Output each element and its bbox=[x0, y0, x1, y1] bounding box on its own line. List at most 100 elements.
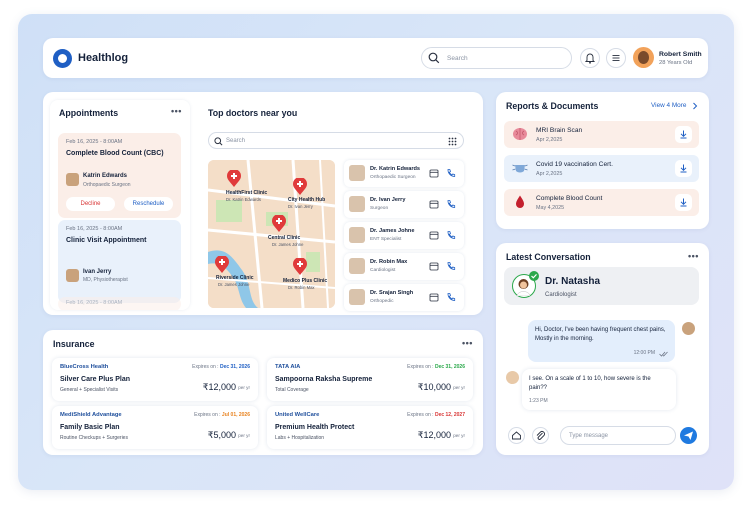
map-pin-icon[interactable] bbox=[215, 256, 229, 274]
send-button[interactable] bbox=[680, 427, 697, 444]
insurance-plan-card[interactable]: TATA AIA Expires on : Dec 31, 2026 Sampo… bbox=[267, 358, 473, 401]
doctor-search-input[interactable]: Search bbox=[208, 132, 464, 149]
insurance-price: ₹12,000 bbox=[417, 430, 451, 440]
map-pin-doctor: Dr. James Johne bbox=[272, 242, 304, 247]
appointments-more-icon[interactable]: ••• bbox=[171, 106, 182, 116]
phone-icon[interactable] bbox=[446, 199, 456, 209]
report-date: May 4,2025 bbox=[536, 205, 565, 211]
reports-card: Reports & Documents View 4 More MRI Brai… bbox=[496, 92, 709, 229]
calendar-icon[interactable] bbox=[429, 261, 439, 271]
chat-message-incoming: I see. On a scale of 1 to 10, how severe… bbox=[522, 369, 676, 410]
user-age: 28 Years Old bbox=[659, 60, 693, 66]
doctor-specialty: Cardiologist bbox=[370, 268, 396, 273]
insurance-plan-name: Family Basic Plan bbox=[60, 424, 120, 431]
calendar-icon[interactable] bbox=[429, 230, 439, 240]
doctor-list-item[interactable]: Dr. Katrin Edwards Orthopaedic Surgeon bbox=[344, 160, 464, 187]
doctor-specialty: Surgeon bbox=[370, 206, 389, 211]
message-time: 12:00 PM bbox=[633, 350, 655, 356]
global-search-input[interactable]: Search bbox=[421, 47, 572, 69]
download-button[interactable] bbox=[675, 160, 692, 177]
doctor-list-item[interactable]: Dr. Robin Max Cardiologist bbox=[344, 253, 464, 280]
reschedule-button[interactable]: Reschedule bbox=[124, 197, 173, 211]
calendar-icon[interactable] bbox=[429, 199, 439, 209]
brain-icon bbox=[513, 128, 527, 140]
conversation-more-icon[interactable]: ••• bbox=[688, 251, 699, 261]
appointment-title: Complete Blood Count (CBC) bbox=[66, 150, 164, 157]
message-text: Hi, Doctor, I've been having frequent ch… bbox=[535, 327, 666, 342]
appointment-card[interactable]: Feb 16, 2025 - 8:00AM Clinic Visit Appoi… bbox=[58, 220, 181, 303]
insurance-plan-card[interactable]: United WellCare Expires on : Dec 12, 202… bbox=[267, 406, 473, 449]
appointment-specialty: MD, Physiotherapist bbox=[83, 277, 128, 283]
insurance-more-icon[interactable]: ••• bbox=[462, 338, 473, 348]
doctor-list-item[interactable]: Dr. Srajan Singh Orthopedic bbox=[344, 284, 464, 311]
phone-icon[interactable] bbox=[446, 261, 456, 271]
doctor-avatar bbox=[66, 173, 79, 186]
report-date: Apr 2,2025 bbox=[536, 137, 563, 143]
appointments-panel: Appointments ••• Feb 16, 2025 - 8:00AM C… bbox=[50, 100, 190, 310]
doctor-name: Dr. James Johne bbox=[370, 228, 415, 234]
user-avatar[interactable] bbox=[633, 47, 654, 68]
doctor-avatar bbox=[349, 196, 365, 212]
user-name: Robert Smith bbox=[659, 51, 702, 58]
insurance-price-unit: per yr bbox=[238, 433, 250, 438]
grid-filter-icon[interactable] bbox=[448, 137, 457, 146]
view-more-link[interactable]: View 4 More bbox=[651, 102, 686, 109]
doctor-name: Dr. Katrin Edwards bbox=[370, 166, 421, 172]
map-pin-label: Medico Plus Clinic bbox=[283, 278, 328, 284]
doctor-avatar bbox=[349, 289, 365, 305]
download-button[interactable] bbox=[675, 194, 692, 211]
clinics-map[interactable]: HealthFirst Clinic Dr. Katrin Edwards Ci… bbox=[208, 160, 335, 308]
map-pin-icon[interactable] bbox=[293, 178, 307, 196]
insurance-coverage: Total Coverage bbox=[275, 387, 309, 393]
report-item[interactable]: MRI Brain Scan Apr 2,2025 bbox=[504, 121, 699, 148]
insurance-brand: TATA AIA bbox=[275, 364, 301, 370]
phone-icon[interactable] bbox=[446, 230, 456, 240]
bell-icon bbox=[584, 53, 596, 64]
chevron-right-icon[interactable] bbox=[692, 102, 698, 110]
notifications-button[interactable] bbox=[580, 48, 600, 68]
map-pin-doctor: Dr. Ivan Jerry bbox=[288, 204, 313, 209]
send-icon bbox=[684, 431, 693, 440]
insurance-price-unit: per yr bbox=[238, 385, 250, 390]
insurance-plan-card[interactable]: BlueCross Health Expires on : Dec 31, 20… bbox=[52, 358, 258, 401]
appointment-date: Feb 16, 2025 - 8:00AM bbox=[66, 300, 123, 306]
insurance-coverage: Routine Checkups + Surgeries bbox=[60, 435, 128, 441]
blood-drop-icon bbox=[516, 195, 524, 208]
phone-icon[interactable] bbox=[446, 168, 456, 178]
doctor-specialty: Orthopedic bbox=[370, 299, 394, 304]
search-icon bbox=[428, 52, 440, 64]
decline-button[interactable]: Decline bbox=[66, 197, 115, 211]
menu-button[interactable] bbox=[606, 48, 626, 68]
download-icon bbox=[680, 164, 687, 173]
conversation-card: Latest Conversation ••• Dr. Natasha Card… bbox=[496, 243, 709, 455]
calendar-icon[interactable] bbox=[429, 168, 439, 178]
download-button[interactable] bbox=[675, 126, 692, 143]
phone-icon[interactable] bbox=[446, 292, 456, 302]
insurance-expiry: Expires on : Dec 31, 2026 bbox=[192, 364, 250, 370]
insurance-price-unit: per yr bbox=[453, 433, 465, 438]
doctor-list-item[interactable]: Dr. James Johne ENT Specialist bbox=[344, 222, 464, 249]
appointment-doctor: Katrin Edwards bbox=[83, 173, 128, 179]
map-pin-icon[interactable] bbox=[293, 258, 307, 276]
attach-button[interactable] bbox=[532, 427, 549, 444]
appointment-card-partial[interactable]: Feb 16, 2025 - 8:00AM bbox=[58, 297, 181, 310]
doctor-list-item[interactable]: Dr. Ivan Jerry Surgeon bbox=[344, 191, 464, 218]
chat-doctor-header[interactable]: Dr. Natasha Cardiologist bbox=[504, 267, 699, 305]
appointments-title: Appointments bbox=[59, 108, 119, 118]
message-input[interactable]: Type message bbox=[560, 426, 676, 445]
report-item[interactable]: Complete Blood Count May 4,2025 bbox=[504, 189, 699, 216]
map-pin-icon[interactable] bbox=[227, 170, 241, 188]
appointment-card[interactable]: Feb 16, 2025 - 8:00AM Complete Blood Cou… bbox=[58, 133, 181, 218]
calendar-icon[interactable] bbox=[429, 292, 439, 302]
home-button[interactable] bbox=[508, 427, 525, 444]
insurance-price: ₹12,000 bbox=[202, 382, 236, 392]
healthlog-logo-icon bbox=[53, 49, 72, 68]
insurance-plan-card[interactable]: MediShield Advantage Expires on : Jul 01… bbox=[52, 406, 258, 449]
map-pin-icon[interactable] bbox=[272, 215, 286, 233]
insurance-expiry: Expires on : Jul 01, 2026 bbox=[194, 412, 250, 418]
report-item[interactable]: Covid 19 vaccination Cert. Apr 2,2025 bbox=[504, 155, 699, 182]
map-pin-doctor: Dr. James Johne bbox=[218, 282, 250, 287]
insurance-brand: MediShield Advantage bbox=[60, 412, 122, 418]
doctor-name: Dr. Ivan Jerry bbox=[370, 197, 406, 203]
map-pin-label: HealthFirst Clinic bbox=[226, 190, 268, 196]
